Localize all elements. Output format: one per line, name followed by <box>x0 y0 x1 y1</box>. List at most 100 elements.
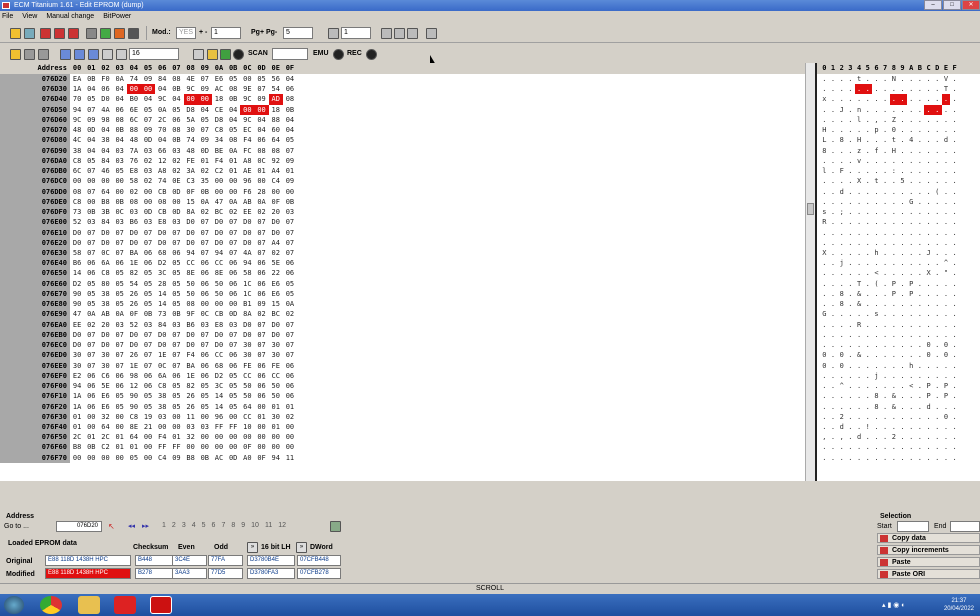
byte-cell[interactable]: AB <box>98 309 112 319</box>
byte-cell[interactable]: FF <box>155 442 169 452</box>
ascii-char[interactable]: . <box>863 350 872 360</box>
byte-cell[interactable]: 58 <box>70 248 84 258</box>
ascii-char[interactable]: . <box>950 84 959 94</box>
byte-cell[interactable]: 07 <box>254 238 268 248</box>
ascii-char[interactable]: . <box>889 94 899 105</box>
ascii-char[interactable]: . <box>924 217 933 227</box>
calc-icon[interactable] <box>407 28 418 39</box>
ascii-char[interactable]: . <box>924 94 933 104</box>
ascii-char[interactable]: . <box>881 156 890 166</box>
byte-cell[interactable]: 0A <box>226 197 240 207</box>
byte-cell[interactable]: 04 <box>254 115 268 125</box>
ascii-char[interactable]: . <box>846 207 855 217</box>
byte-cell[interactable]: 00 <box>141 432 155 442</box>
ascii-char[interactable]: . <box>933 166 942 176</box>
byte-cell[interactable]: 05 <box>84 94 98 104</box>
ascii-char[interactable]: . <box>924 135 933 145</box>
byte-cell[interactable]: 04 <box>155 135 169 145</box>
byte-cell[interactable]: D0 <box>127 330 141 340</box>
ascii-char[interactable]: . <box>933 412 942 422</box>
byte-cell[interactable]: C8 <box>70 197 84 207</box>
ascii-char[interactable]: . <box>907 228 916 238</box>
byte-cell[interactable]: 00 <box>113 453 127 463</box>
byte-cell[interactable]: 30 <box>98 350 112 360</box>
byte-cell[interactable]: 04 <box>169 94 183 104</box>
ascii-char[interactable]: . <box>881 289 890 299</box>
ascii-char[interactable]: . <box>829 248 838 258</box>
view-32bit-icon[interactable] <box>88 49 99 60</box>
byte-cell[interactable]: A0 <box>240 453 254 463</box>
byte-cell[interactable]: 06 <box>198 371 212 381</box>
app-taskbar-icon[interactable] <box>114 596 136 614</box>
ascii-char[interactable]: . <box>846 84 855 94</box>
byte-cell[interactable]: 07 <box>226 248 240 258</box>
byte-cell[interactable]: 50 <box>269 381 283 391</box>
byte-cell[interactable]: EA <box>70 74 84 84</box>
ascii-char[interactable]: . <box>863 402 872 412</box>
ascii-char[interactable]: n <box>855 105 864 115</box>
byte-cell[interactable]: 35 <box>198 176 212 186</box>
byte-cell[interactable]: 6C <box>127 115 141 125</box>
dword-toggle-icon[interactable]: » <box>296 542 307 553</box>
row-address[interactable]: 076E10 <box>0 227 70 238</box>
byte-cell[interactable]: 07 <box>226 228 240 238</box>
ascii-char[interactable]: . <box>820 197 829 207</box>
ascii-char[interactable]: . <box>898 238 907 248</box>
byte-cell[interactable]: 07 <box>141 361 155 371</box>
start-button-icon[interactable] <box>4 596 24 614</box>
byte-cell[interactable]: 06 <box>141 381 155 391</box>
ascii-char[interactable]: . <box>837 442 846 452</box>
byte-cell[interactable]: BA <box>184 361 198 371</box>
byte-cell[interactable]: 07 <box>254 350 268 360</box>
goto-arrow-icon[interactable]: ↖ <box>108 522 117 531</box>
byte-cell[interactable]: 06 <box>113 371 127 381</box>
ascii-char[interactable]: . <box>916 361 925 371</box>
ascii-char[interactable]: . <box>916 320 925 330</box>
byte-cell[interactable]: 07 <box>283 217 297 227</box>
byte-cell[interactable]: 07 <box>226 330 240 340</box>
ascii-char[interactable]: H <box>820 125 829 135</box>
byte-cell[interactable]: 07 <box>226 217 240 227</box>
ascii-char[interactable]: . <box>837 309 846 319</box>
byte-cell[interactable]: 08 <box>169 125 183 135</box>
byte-cell[interactable]: 0F <box>240 442 254 452</box>
byte-cell[interactable]: D0 <box>240 238 254 248</box>
ascii-char[interactable]: . <box>950 94 959 104</box>
ascii-char[interactable]: . <box>846 268 855 278</box>
byte-cell[interactable]: 05 <box>198 402 212 412</box>
ascii-char[interactable]: & <box>855 299 864 309</box>
byte-cell[interactable]: 03 <box>184 422 198 432</box>
byte-cell[interactable]: 96 <box>240 176 254 186</box>
byte-cell[interactable]: 04 <box>84 135 98 145</box>
byte-cell[interactable]: E6 <box>98 391 112 401</box>
page-number-link[interactable]: 1 <box>162 522 166 529</box>
ascii-char[interactable]: . <box>855 453 864 463</box>
byte-cell[interactable]: E8 <box>127 166 141 176</box>
byte-cell[interactable]: 07 <box>283 238 297 248</box>
byte-cell[interactable]: D8 <box>212 115 226 125</box>
byte-cell[interactable]: 96 <box>212 412 226 422</box>
row-address[interactable]: 076E80 <box>0 299 70 310</box>
byte-cell[interactable]: 05 <box>141 402 155 412</box>
ascii-char[interactable]: . <box>829 176 838 186</box>
ascii-char[interactable]: . <box>898 350 907 360</box>
ascii-char[interactable]: . <box>872 330 881 340</box>
byte-cell[interactable]: CB <box>155 187 169 197</box>
byte-cell[interactable]: 07 <box>198 248 212 258</box>
byte-cell[interactable]: 3A <box>184 166 198 176</box>
byte-cell[interactable]: 00 <box>141 187 155 197</box>
byte-cell[interactable]: 74 <box>155 176 169 186</box>
byte-cell[interactable]: 07 <box>226 340 240 350</box>
byte-cell[interactable]: D0 <box>269 217 283 227</box>
byte-cell[interactable]: AE <box>240 166 254 176</box>
ascii-char[interactable]: . <box>829 289 838 299</box>
ascii-char[interactable]: . <box>933 228 942 238</box>
byte-cell[interactable]: 03 <box>113 320 127 330</box>
ascii-char[interactable]: . <box>872 74 881 84</box>
byte-cell[interactable]: 60 <box>269 125 283 135</box>
byte-cell[interactable]: 00 <box>184 442 198 452</box>
ascii-char[interactable]: . <box>907 299 916 309</box>
byte-cell[interactable]: 07 <box>198 217 212 227</box>
byte-cell[interactable]: 03 <box>113 156 127 166</box>
byte-cell[interactable]: 05 <box>113 279 127 289</box>
